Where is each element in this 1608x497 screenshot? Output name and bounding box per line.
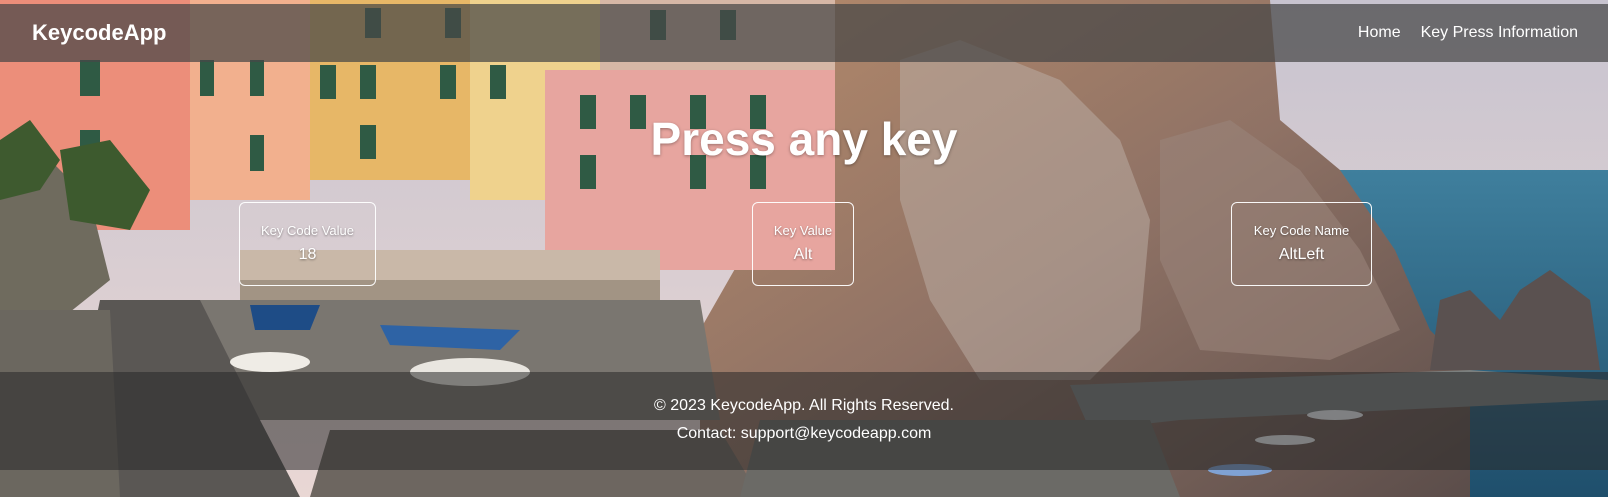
key-code-name-card: Key Code Name AltLeft [1231, 202, 1372, 286]
nav-link-home[interactable]: Home [1358, 24, 1401, 42]
key-code-name-value: AltLeft [1278, 246, 1325, 263]
key-value-label: Key Value [773, 223, 833, 238]
key-value-card: Key Value Alt [752, 202, 854, 286]
key-value-value: Alt [793, 246, 813, 263]
footer-copyright: © 2023 KeycodeApp. All Rights Reserved. [654, 397, 954, 414]
key-code-value-label: Key Code Value [261, 223, 354, 238]
key-code-name-label: Key Code Name [1253, 223, 1350, 238]
key-code-value-card: Key Code Value 18 [239, 202, 376, 286]
footer-contact: Contact: support@keycodeapp.com [676, 425, 932, 442]
top-navbar: KeycodeApp Home Key Press Information [0, 4, 1608, 62]
nav-link-key-press-information[interactable]: Key Press Information [1421, 24, 1578, 42]
brand-logo-link[interactable]: KeycodeApp [32, 20, 166, 46]
page-footer: © 2023 KeycodeApp. All Rights Reserved. … [0, 372, 1608, 470]
page: KeycodeApp Home Key Press Information Pr… [0, 0, 1608, 497]
nav-links: Home Key Press Information [1358, 24, 1578, 42]
key-code-value-value: 18 [298, 246, 317, 263]
page-title: Press any key [650, 113, 958, 165]
